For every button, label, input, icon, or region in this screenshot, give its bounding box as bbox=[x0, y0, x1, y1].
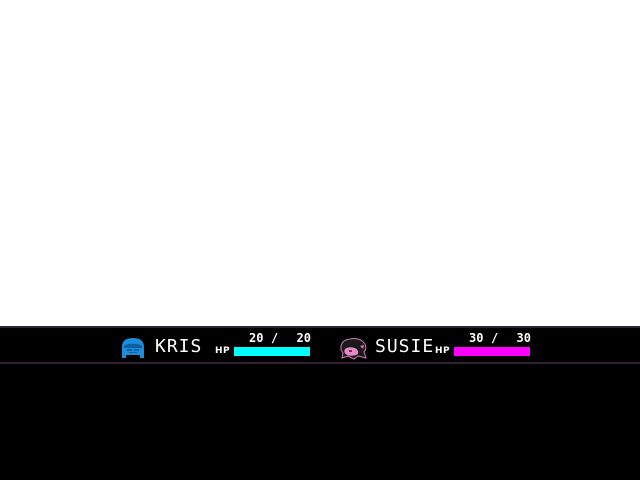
kris-hp-values: 20 / 20 bbox=[245, 332, 311, 344]
kris-name: KRIS bbox=[155, 336, 203, 357]
susie-portrait-icon bbox=[338, 336, 368, 360]
kris-hp-bar bbox=[234, 347, 310, 356]
kris-hp-separator: / bbox=[271, 331, 279, 345]
party-panel-kris: KRIS HP 20 / 20 bbox=[115, 329, 315, 361]
party-panel-susie: SUSIE HP 30 / 30 bbox=[335, 329, 535, 361]
susie-hp-fill bbox=[454, 347, 530, 356]
susie-hp-bar bbox=[454, 347, 530, 356]
susie-hp-label: HP bbox=[435, 346, 451, 356]
hud-top-border bbox=[0, 326, 640, 328]
hud-bottom-border bbox=[0, 362, 640, 364]
kris-hp-label: HP bbox=[215, 346, 231, 356]
kris-portrait-icon bbox=[118, 336, 148, 360]
party-status-bar: KRIS HP 20 / 20 SUSIE HP 30 / 30 bbox=[0, 326, 640, 480]
susie-name: SUSIE bbox=[375, 336, 435, 357]
battle-scene bbox=[0, 0, 640, 326]
kris-hp-fill bbox=[234, 347, 310, 356]
susie-hp-values: 30 / 30 bbox=[465, 332, 531, 344]
kris-hp-max: 20 bbox=[296, 331, 311, 345]
susie-hp-max: 30 bbox=[516, 331, 531, 345]
susie-hp-separator: / bbox=[491, 331, 499, 345]
susie-hp-current: 30 bbox=[469, 331, 484, 345]
kris-hp-current: 20 bbox=[249, 331, 264, 345]
